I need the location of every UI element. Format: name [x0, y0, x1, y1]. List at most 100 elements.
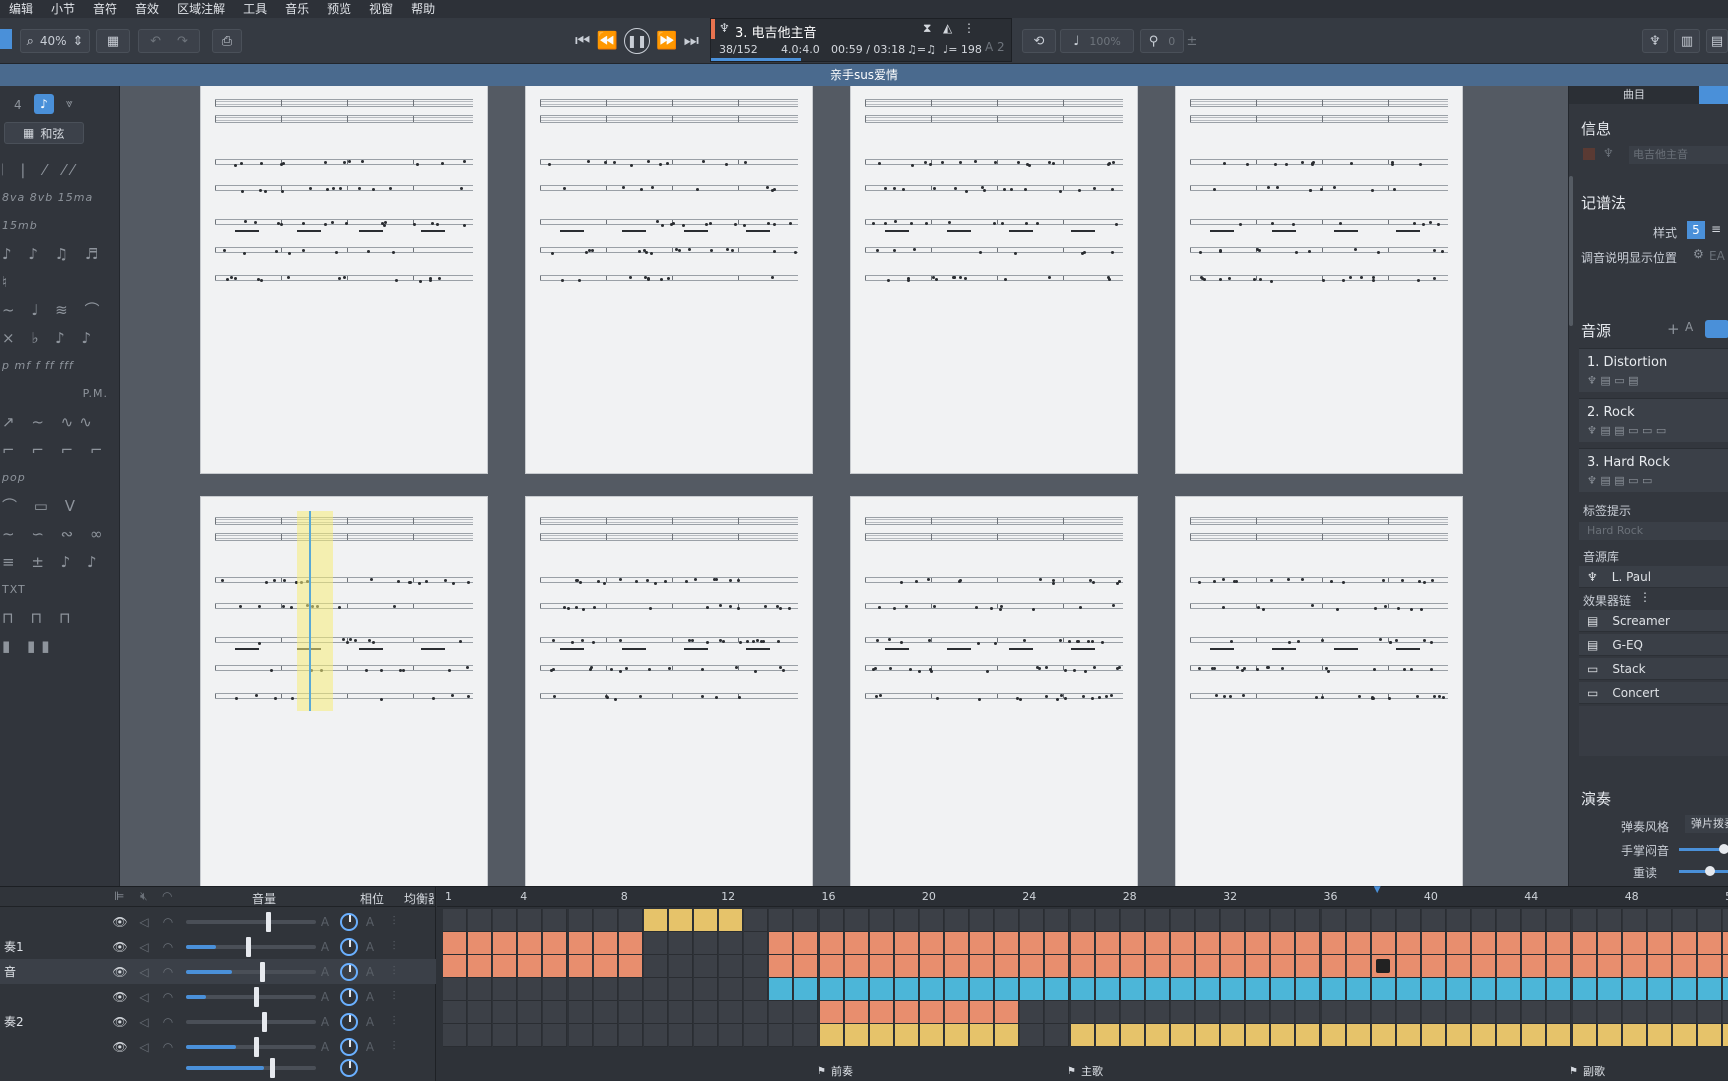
pan-knob[interactable] — [340, 987, 358, 1006]
bar-cell[interactable] — [1221, 978, 1246, 1001]
bar-cell[interactable] — [618, 978, 643, 1001]
bar-cell[interactable] — [1447, 955, 1471, 978]
symbol-row-5[interactable]: × ♭ ♪ ♪ — [2, 324, 118, 352]
bar-cell[interactable] — [1170, 932, 1195, 955]
bar-cell[interactable] — [1221, 955, 1246, 978]
bar-cell[interactable] — [744, 1001, 769, 1024]
bar-cell[interactable] — [819, 978, 844, 1001]
track-header-row[interactable]: 奏1 👁︎ ◁ ◠ A A ⫶ — [0, 934, 436, 959]
bar-cell[interactable] — [1447, 909, 1471, 932]
mute-all-icon[interactable]: 🔇︎ — [140, 889, 148, 904]
symbol-row-dynamics[interactable]: p mf f ff fff — [2, 352, 118, 380]
symbol-row-13[interactable]: ∼ ∽ ∾ ∞ — [2, 520, 118, 548]
bar-cell[interactable] — [1145, 955, 1170, 978]
bar-cell[interactable] — [493, 909, 518, 932]
bar-cell[interactable] — [468, 978, 493, 1001]
rewind-icon[interactable]: ⏪ — [597, 31, 618, 51]
eq-icon[interactable]: ⫶ — [382, 964, 406, 979]
bar-cell[interactable] — [568, 932, 593, 955]
keyboard-view-button[interactable]: ▥ — [1674, 29, 1700, 53]
bar-cell[interactable] — [1045, 932, 1070, 955]
bar-cell[interactable] — [1497, 909, 1522, 932]
bar-cell[interactable] — [1597, 978, 1622, 1001]
bar-cell[interactable] — [894, 955, 919, 978]
bar-cell[interactable] — [1221, 932, 1246, 955]
bar-cell[interactable] — [1371, 978, 1396, 1001]
bar-cell[interactable] — [543, 955, 568, 978]
symbol-row-notes[interactable]: ♪ ♪ ♫ ♬ ♮ — [2, 240, 118, 296]
bar-cell[interactable] — [468, 909, 493, 932]
symbol-row-pop[interactable]: pop — [2, 464, 118, 492]
bar-cell[interactable] — [1170, 955, 1195, 978]
menu-note[interactable]: 音符 — [84, 0, 126, 18]
bar-cell[interactable] — [1698, 932, 1722, 955]
tab-style-icon[interactable]: ≡ — [1711, 222, 1721, 236]
bar-cell[interactable] — [744, 978, 769, 1001]
fast-forward-icon[interactable]: ⏩ — [656, 31, 677, 51]
symbol-row-12[interactable]: ⌒ ▭ V — [2, 492, 118, 520]
bar-cell[interactable] — [643, 955, 668, 978]
menu-music[interactable]: 音乐 — [276, 0, 318, 18]
symbol-row-1[interactable]: 𝄀 ∣ ⁄ ⁄⁄ — [2, 156, 118, 184]
bar-cell[interactable] — [1396, 955, 1421, 978]
bar-cell[interactable] — [1547, 932, 1572, 955]
bar-cell[interactable] — [1447, 978, 1471, 1001]
track-header-row[interactable]: 👁︎ ◁ ◠ A A ⫶ — [0, 909, 436, 934]
mute-icon[interactable]: ◁ — [132, 1040, 156, 1054]
bar-cell[interactable] — [794, 1001, 819, 1024]
bar-cell[interactable] — [1371, 1001, 1396, 1024]
bar-cell[interactable] — [919, 1024, 944, 1047]
instrument-name-field[interactable]: 电吉他主音 — [1629, 146, 1728, 164]
fx-item-4[interactable]: ▭ Concert — [1579, 682, 1728, 704]
bar-cell[interactable] — [1070, 932, 1095, 955]
bar-cell[interactable] — [819, 909, 844, 932]
bar-cell[interactable] — [1271, 932, 1296, 955]
pan-knob[interactable] — [340, 937, 358, 956]
bar-cell[interactable] — [1672, 909, 1697, 932]
bar-cell[interactable] — [1095, 1024, 1120, 1047]
tab-song[interactable]: 曲目 — [1569, 86, 1699, 104]
bar-cell[interactable] — [945, 909, 969, 932]
bar-cell[interactable] — [970, 932, 995, 955]
bar-cell[interactable] — [1647, 1001, 1672, 1024]
bar-cell[interactable] — [694, 932, 718, 955]
panel-view-button[interactable]: ▤ — [1706, 29, 1728, 53]
bar-cell[interactable] — [1522, 932, 1547, 955]
bar-cell[interactable] — [1045, 1024, 1070, 1047]
menu-tools[interactable]: 工具 — [234, 0, 276, 18]
fx-item-2[interactable]: ▤ G-EQ — [1579, 634, 1728, 656]
bar-cell[interactable] — [1421, 909, 1446, 932]
bar-cell[interactable] — [744, 955, 769, 978]
bar-cell[interactable] — [468, 1001, 493, 1024]
bar-cell[interactable] — [1371, 1024, 1396, 1047]
bar-cell[interactable] — [869, 1024, 894, 1047]
bar-cell[interactable] — [794, 1024, 819, 1047]
symbol-row-10[interactable]: ⌐ ⌐ ⌐ ⌐ — [2, 436, 118, 464]
bar-cell[interactable] — [1246, 932, 1271, 955]
bar-cell[interactable] — [568, 978, 593, 1001]
bar-cell[interactable] — [1170, 978, 1195, 1001]
bar-cell[interactable] — [1196, 932, 1220, 955]
menu-edit[interactable]: 编辑 — [0, 0, 42, 18]
bar-cell[interactable] — [1472, 932, 1497, 955]
bar-cell[interactable] — [894, 909, 919, 932]
bar-cell[interactable] — [1647, 932, 1672, 955]
headphones-icon[interactable]: ◠ — [156, 990, 180, 1004]
bar-cell[interactable] — [1522, 1001, 1547, 1024]
bar-cell[interactable] — [1723, 978, 1728, 1001]
bar-cell[interactable] — [543, 1024, 568, 1047]
sound-source-1[interactable]: 1. Distortion ♆ ▤ ▭ ▤ — [1579, 348, 1728, 392]
bar-cell[interactable] — [493, 1001, 518, 1024]
bar-cell[interactable] — [1296, 909, 1321, 932]
tab-track[interactable] — [1699, 86, 1728, 104]
bar-cell[interactable] — [1321, 978, 1346, 1001]
bar-cell[interactable] — [794, 932, 819, 955]
bar-cell[interactable] — [919, 955, 944, 978]
bar-cell[interactable] — [1723, 1001, 1728, 1024]
bar-cell[interactable] — [1497, 1024, 1522, 1047]
bar-cell[interactable] — [543, 909, 568, 932]
bar-cell[interactable] — [769, 978, 794, 1001]
bar-cell[interactable] — [1271, 978, 1296, 1001]
bar-cell[interactable] — [1371, 932, 1396, 955]
bar-cell[interactable] — [769, 955, 794, 978]
